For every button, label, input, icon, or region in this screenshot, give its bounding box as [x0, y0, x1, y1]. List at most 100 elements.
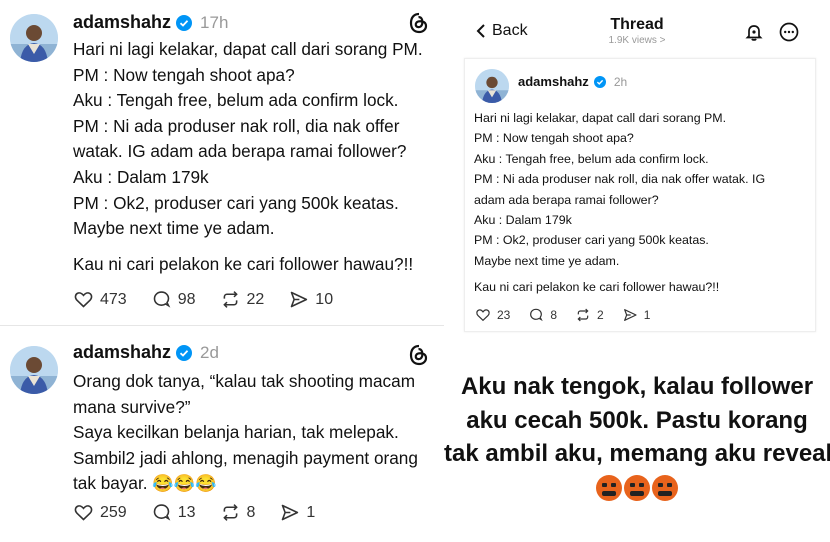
- username-text[interactable]: adamshahz: [73, 342, 171, 363]
- username-text[interactable]: adamshahz: [73, 12, 171, 33]
- thread-header: Back Thread 1.9K views >: [444, 0, 830, 56]
- post-line: Orang dok tanya, “kalau tak shooting mac…: [73, 371, 416, 391]
- repost-count: 8: [246, 503, 256, 521]
- post-time: 2d: [200, 342, 219, 362]
- share-button[interactable]: 1: [622, 307, 651, 323]
- post-line: Maybe next time ye adam.: [73, 218, 275, 239]
- reply-button[interactable]: 8: [528, 307, 557, 323]
- angry-face-icon: [596, 475, 622, 502]
- share-icon: [282, 504, 299, 521]
- share-icon: [291, 291, 308, 308]
- caption-line: Aku nak tengok, kalau follower: [460, 373, 814, 400]
- post-body: Hari ni lagi kelakar, dapat call dari so…: [474, 108, 810, 298]
- post-body: Hari ni lagi kelakar, dapat call dari so…: [73, 37, 435, 277]
- reply-count: 8: [550, 308, 558, 322]
- action-bar: 259 13 8 1: [73, 502, 315, 523]
- post-line: watak. IG adam ada berapa ramai follower…: [73, 141, 407, 162]
- share-button[interactable]: 10: [288, 289, 333, 310]
- left-screenshot: adamshahz 17h Hari ni lagi kelakar, dapa…: [0, 0, 444, 542]
- post-line: Aku : Tengah free, belum ada confirm loc…: [73, 90, 399, 111]
- post-line: PM : Ni ada produser nak roll, dia nak o…: [73, 115, 400, 136]
- share-count: 1: [643, 308, 651, 322]
- like-count: 23: [497, 308, 511, 322]
- post-line: PM : Ni ada produser nak roll, dia nak o…: [474, 172, 766, 187]
- post-line: Aku : Dalam 179k: [474, 213, 572, 228]
- reply-button[interactable]: 98: [151, 289, 196, 310]
- share-icon: [623, 309, 637, 321]
- view-count[interactable]: 1.9K views >: [444, 35, 830, 46]
- post-line: Maybe next time ye adam.: [474, 253, 620, 268]
- comment-icon: [153, 291, 171, 308]
- caption-line: tak ambil aku, memang aku reveal: [444, 440, 830, 468]
- post-time: 17h: [200, 12, 229, 32]
- right-screenshot: Back Thread 1.9K views > adamshahz 2h Ha…: [444, 0, 830, 542]
- like-button[interactable]: 259: [73, 502, 127, 523]
- post-line: PM : Now tengah shoot apa?: [73, 64, 295, 85]
- like-button[interactable]: 23: [475, 307, 510, 323]
- thread-post[interactable]: adamshahz 2h Hari ni lagi kelakar, dapat…: [464, 58, 816, 332]
- share-button[interactable]: 1: [279, 502, 315, 523]
- verified-icon: [593, 75, 606, 88]
- heart-icon: [74, 505, 93, 521]
- caption-line: aku cecah 500k. Pastu korang: [466, 406, 808, 434]
- like-count: 259: [100, 503, 127, 521]
- post-line: mana survive?”: [73, 396, 191, 417]
- thread-post[interactable]: adamshahz 2d Orang dok tanya, “kalau tak…: [0, 330, 444, 542]
- reply-button[interactable]: 13: [151, 502, 196, 523]
- page-title: Thread: [610, 16, 664, 33]
- post-line: PM : Now tengah shoot apa?: [474, 131, 634, 146]
- post-line: Saya kecilkan belanja harian, tak melepa…: [73, 422, 399, 443]
- post-line: Aku : Tengah free, belum ada confirm loc…: [474, 151, 709, 166]
- username-text[interactable]: adamshahz: [518, 74, 589, 89]
- heart-icon: [74, 292, 93, 308]
- avatar[interactable]: [10, 14, 58, 62]
- heart-icon: [476, 309, 490, 322]
- post-line: Kau ni cari pelakon ke cari follower haw…: [474, 280, 720, 295]
- repost-icon: [222, 291, 238, 308]
- action-bar: 473 98 22 10: [73, 289, 333, 310]
- post-time: 2h: [613, 74, 628, 89]
- action-bar: 23 8 2 1: [475, 307, 650, 323]
- post-line: Kau ni cari pelakon ke cari follower haw…: [73, 253, 414, 274]
- post-line: Aku : Dalam 179k: [73, 166, 209, 187]
- thread-post[interactable]: adamshahz 17h Hari ni lagi kelakar, dapa…: [0, 0, 444, 326]
- notification-bell-icon[interactable]: [744, 22, 764, 42]
- repost-icon: [577, 308, 589, 322]
- post-line: Hari ni lagi kelakar, dapat call dari so…: [474, 111, 727, 125]
- like-count: 473: [100, 290, 127, 308]
- comment-icon: [153, 504, 171, 521]
- post-line: adam ada berapa ramai follower?: [474, 192, 659, 207]
- threads-logo-icon: [409, 12, 428, 34]
- repost-button[interactable]: 22: [220, 289, 265, 310]
- username[interactable]: adamshahz 2d: [73, 342, 219, 363]
- repost-button[interactable]: 2: [575, 307, 604, 323]
- angry-face-icon: [652, 475, 678, 502]
- post-body: Orang dok tanya, “kalau tak shooting mac…: [73, 369, 435, 497]
- username[interactable]: adamshahz 2h: [518, 74, 627, 89]
- story-caption: Aku nak tengok, kalau follower aku cecah…: [444, 370, 830, 504]
- angry-face-icon: [624, 475, 650, 502]
- like-button[interactable]: 473: [73, 289, 127, 310]
- repost-count: 22: [246, 290, 265, 308]
- emoji-row: [444, 471, 830, 505]
- more-options-icon[interactable]: [779, 22, 799, 42]
- avatar[interactable]: [475, 69, 509, 103]
- post-line: Sambil2 jadi ahlong, menagih payment ora…: [73, 447, 418, 468]
- comment-icon: [530, 308, 544, 322]
- reply-count: 98: [177, 290, 196, 308]
- post-line: Hari ni lagi kelakar, dapat call dari so…: [73, 39, 423, 59]
- post-line: tak bayar. 😂😂😂: [73, 473, 217, 494]
- post-line: PM : Ok2, produser cari yang 500k keatas…: [474, 233, 709, 248]
- verified-icon: [176, 14, 193, 31]
- threads-logo-icon: [409, 344, 428, 366]
- repost-button[interactable]: 8: [220, 502, 256, 523]
- repost-count: 2: [597, 308, 604, 322]
- share-count: 1: [306, 503, 316, 521]
- post-line: PM : Ok2, produser cari yang 500k keatas…: [73, 192, 399, 213]
- verified-icon: [176, 344, 193, 361]
- avatar[interactable]: [10, 346, 58, 394]
- username[interactable]: adamshahz 17h: [73, 12, 228, 33]
- repost-icon: [222, 504, 238, 521]
- reply-count: 13: [177, 503, 196, 521]
